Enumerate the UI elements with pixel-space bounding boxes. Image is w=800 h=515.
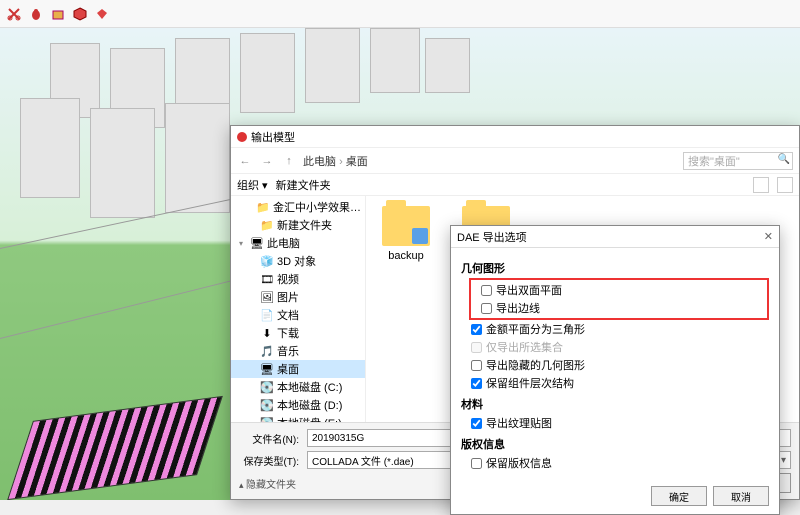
highlight-box: 导出双面平面导出边线 (469, 278, 769, 320)
tree-item-7[interactable]: ⬇下载 (231, 324, 365, 342)
filename-label: 文件名(N): (239, 431, 299, 446)
new-folder-button[interactable]: 新建文件夹 (276, 177, 331, 193)
option-triangulate[interactable]: 金额平面分为三角形 (461, 320, 769, 338)
checkbox-edges[interactable] (481, 303, 492, 314)
save-dialog-title-bar: 输出模型 (231, 126, 799, 148)
tree-item-11[interactable]: 💽本地磁盘 (D:) (231, 396, 365, 414)
help-button[interactable] (777, 177, 793, 193)
cube-icon: 🧊 (261, 255, 273, 267)
options-title: DAE 导出选项 (457, 229, 527, 245)
disk-icon: 💽 (261, 399, 273, 411)
gem-icon[interactable] (94, 6, 110, 22)
folder-tree[interactable]: 📁金汇中小学效果…📁新建文件夹▾🖥此电脑🧊3D 对象🎞视频🖼图片📄文档⬇下载🎵音… (231, 196, 366, 422)
disk-icon: 💽 (261, 381, 273, 393)
tree-item-10[interactable]: 💽本地磁盘 (C:) (231, 378, 365, 396)
doc-icon: 📄 (261, 309, 273, 321)
nav-back-icon[interactable]: ← (237, 153, 253, 169)
breadcrumb[interactable]: 此电脑 › 桌面 (303, 153, 368, 169)
option-keep_credits[interactable]: 保留版权信息 (461, 454, 769, 472)
tree-item-1[interactable]: 📁新建文件夹 (231, 216, 365, 234)
close-icon[interactable]: ✕ (764, 230, 773, 243)
tree-item-12[interactable]: 💽本地磁盘 (E:) (231, 414, 365, 422)
view-mode-button[interactable] (753, 177, 769, 193)
checkbox-two_sided[interactable] (481, 285, 492, 296)
app-icon (237, 132, 247, 142)
tree-item-4[interactable]: 🎞视频 (231, 270, 365, 288)
box-icon[interactable] (50, 6, 66, 22)
option-edges[interactable]: 导出边线 (471, 299, 767, 317)
main-toolbar (0, 0, 800, 28)
tree-item-6[interactable]: 📄文档 (231, 306, 365, 324)
checkbox-export_sel (471, 342, 482, 353)
options-title-bar: DAE 导出选项 ✕ (451, 226, 779, 248)
hide-folders-link[interactable]: 隐藏文件夹 (239, 476, 296, 491)
image-icon: 🖼 (261, 291, 273, 303)
checkbox-textures[interactable] (471, 418, 482, 429)
video-icon: 🎞 (261, 273, 273, 285)
pc-icon: 🖥 (251, 237, 263, 249)
checkbox-keep_credits[interactable] (471, 458, 482, 469)
download-icon: ⬇ (261, 327, 273, 339)
option-hierarchy[interactable]: 保留组件层次结构 (461, 374, 769, 392)
organize-menu[interactable]: 组织 ▾ (237, 177, 268, 193)
checkbox-hierarchy[interactable] (471, 378, 482, 389)
save-dialog-toolbar: 组织 ▾ 新建文件夹 (231, 174, 799, 196)
save-dialog-title: 输出模型 (251, 129, 295, 145)
option-export_sel: 仅导出所选集合 (461, 338, 769, 356)
options-cancel-button[interactable]: 取消 (713, 486, 769, 506)
tree-item-8[interactable]: 🎵音乐 (231, 342, 365, 360)
folder-icon (382, 206, 430, 246)
group-geometry: 几何图形 (461, 260, 769, 276)
tree-item-5[interactable]: 🖼图片 (231, 288, 365, 306)
option-two_sided[interactable]: 导出双面平面 (471, 281, 767, 299)
scissors-icon[interactable] (6, 6, 22, 22)
ok-button[interactable]: 确定 (651, 486, 707, 506)
folder-icon: 📁 (261, 219, 273, 231)
cube-red-icon[interactable] (72, 6, 88, 22)
search-input[interactable]: 搜索"桌面" (683, 152, 793, 170)
music-icon: 🎵 (261, 345, 273, 357)
group-credits: 版权信息 (461, 436, 769, 452)
file-item-0[interactable]: backup (376, 206, 436, 262)
option-hidden_geo[interactable]: 导出隐藏的几何图形 (461, 356, 769, 374)
save-dialog-nav: ← → ↑ 此电脑 › 桌面 搜索"桌面" (231, 148, 799, 174)
desktop-icon: 🖥 (261, 363, 273, 375)
tree-item-2[interactable]: ▾🖥此电脑 (231, 234, 365, 252)
tree-item-0[interactable]: 📁金汇中小学效果… (231, 198, 365, 216)
folder-icon: 📁 (257, 201, 269, 213)
nav-forward-icon[interactable]: → (259, 153, 275, 169)
export-options-dialog: DAE 导出选项 ✕ 几何图形导出双面平面导出边线金额平面分为三角形仅导出所选集… (450, 225, 780, 515)
checkbox-hidden_geo[interactable] (471, 360, 482, 371)
nav-up-icon[interactable]: ↑ (281, 153, 297, 169)
checkbox-triangulate[interactable] (471, 324, 482, 335)
tree-item-9[interactable]: 🖥桌面 (231, 360, 365, 378)
option-textures[interactable]: 导出纹理贴图 (461, 414, 769, 432)
tree-item-3[interactable]: 🧊3D 对象 (231, 252, 365, 270)
filetype-label: 保存类型(T): (239, 453, 299, 468)
group-materials: 材料 (461, 396, 769, 412)
bug-icon[interactable] (28, 6, 44, 22)
